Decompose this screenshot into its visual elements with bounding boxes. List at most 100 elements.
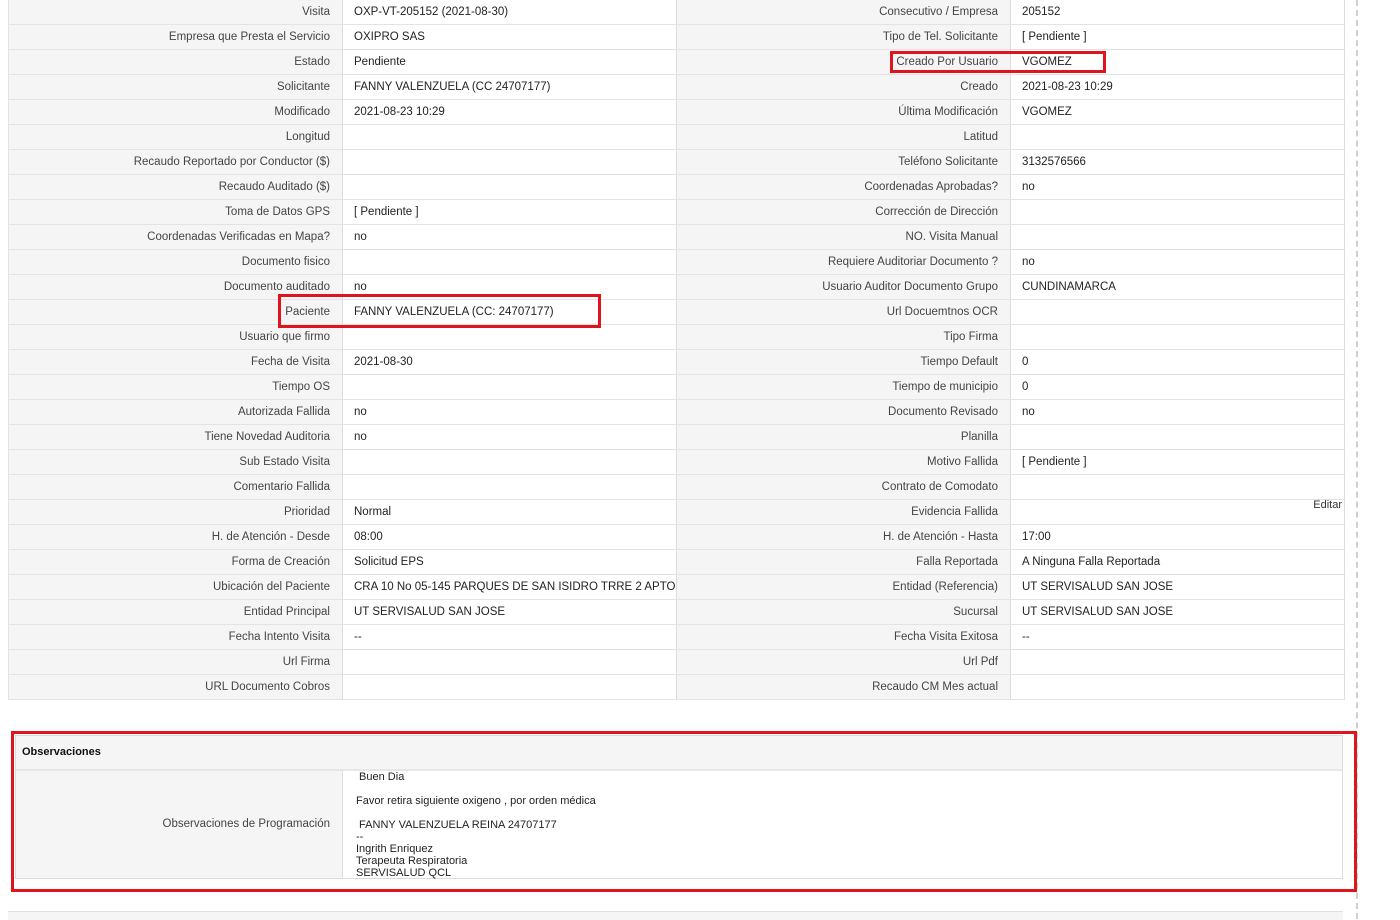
field-label: Tiempo Default — [676, 349, 1011, 375]
field-label: NO. Visita Manual — [676, 224, 1011, 250]
field-value: A Ninguna Falla Reportada — [1010, 549, 1345, 575]
field-value — [342, 124, 677, 150]
field-label: Falla Reportada — [676, 549, 1011, 575]
field-value: 2021-08-30 — [342, 349, 677, 375]
field-label: Latitud — [676, 124, 1011, 150]
field-value: no — [1010, 249, 1345, 275]
detail-row: Paciente FANNY VALENZUELA (CC: 24707177) U… — [8, 299, 1345, 325]
field-label: URL Documento Cobros — [8, 674, 343, 700]
field-label: Empresa que Presta el Servicio — [8, 24, 343, 50]
detail-row: Forma de Creación Solicitud EPS Falla Repo… — [8, 549, 1345, 575]
detail-row: Toma de Datos GPS[ Pendiente ] Corrección… — [8, 199, 1345, 225]
field-label: Modificado — [8, 99, 343, 125]
detail-row: Ubicación del Paciente CRA 10 No 05-145 P… — [8, 574, 1345, 600]
detail-row: H. de Atención - Desde 08:00 H. de Atenció… — [8, 524, 1345, 550]
field-value: 0 — [1010, 374, 1345, 400]
field-value: -- — [342, 624, 677, 650]
field-label: Longitud — [8, 124, 343, 150]
field-value — [1010, 474, 1345, 500]
detail-row: Documento auditado no Usuario Auditor Doc… — [8, 274, 1345, 300]
field-label: Tiempo OS — [8, 374, 343, 400]
detail-row: Recaudo Reportado por Conductor ($) Telé… — [8, 149, 1345, 175]
field-value: no — [1010, 174, 1345, 200]
field-value — [1010, 124, 1345, 150]
field-value — [342, 324, 677, 350]
edit-link[interactable]: Editar — [1313, 500, 1342, 512]
field-label: Fecha Intento Visita — [8, 624, 343, 650]
detail-row: Sub Estado Visita Motivo Fallida[ Pendie… — [8, 449, 1345, 475]
field-value — [1010, 424, 1345, 450]
field-label: Documento Revisado — [676, 399, 1011, 425]
field-value — [342, 449, 677, 475]
detail-row: Modificado 2021-08-23 10:29 Última Modific… — [8, 99, 1345, 125]
field-label: Evidencia Fallida — [676, 499, 1011, 525]
field-value: [ Pendiente ] — [1010, 24, 1345, 50]
field-value: CRA 10 No 05-145 PARQUES DE SAN ISIDRO T… — [342, 574, 677, 600]
visit-detail-table: Visita OXP-VT-205152 (2021-08-30) Consecut… — [8, 0, 1345, 700]
field-value — [342, 249, 677, 275]
field-value: 0 — [1010, 349, 1345, 375]
field-value: CUNDINAMARCA — [1010, 274, 1345, 300]
field-label: Toma de Datos GPS — [8, 199, 343, 225]
field-value: [ Pendiente ] — [342, 199, 677, 225]
field-value: 2021-08-23 10:29 — [1010, 74, 1345, 100]
field-value: [ Pendiente ] — [1010, 449, 1345, 475]
detail-row: Coordenadas Verificadas en Mapa? no NO. V… — [8, 224, 1345, 250]
field-value: UT SERVISALUD SAN JOSE — [342, 599, 677, 625]
field-label: Tipo Firma — [676, 324, 1011, 350]
field-value: OXP-VT-205152 (2021-08-30) — [342, 0, 677, 25]
field-label: Ubicación del Paciente — [8, 574, 343, 600]
detail-row: Prioridad Normal Evidencia Fallida Editar — [8, 499, 1345, 525]
field-label: Contrato de Comodato — [676, 474, 1011, 500]
field-value: Solicitud EPS — [342, 549, 677, 575]
field-value — [342, 474, 677, 500]
field-label: Usuario Auditor Documento Grupo — [676, 274, 1011, 300]
field-value — [1010, 299, 1345, 325]
field-value: 2021-08-23 10:29 — [342, 99, 677, 125]
field-label: Sub Estado Visita — [8, 449, 343, 475]
detail-row: Longitud Latitud — [8, 124, 1345, 150]
field-label: Coordenadas Aprobadas? — [676, 174, 1011, 200]
detail-row: Fecha Intento Visita -- Fecha Visita Exit… — [8, 624, 1345, 650]
field-label: Solicitante — [8, 74, 343, 100]
field-value: FANNY VALENZUELA (CC 24707177) — [342, 74, 677, 100]
field-value: 17:00 — [1010, 524, 1345, 550]
field-label: Comentario Fallida — [8, 474, 343, 500]
field-label: Visita — [8, 0, 343, 25]
field-value — [342, 174, 677, 200]
field-label: Última Modificación — [676, 99, 1011, 125]
field-label: Motivo Fallida — [676, 449, 1011, 475]
field-label: Forma de Creación — [8, 549, 343, 575]
field-label: Recaudo Auditado ($) — [8, 174, 343, 200]
field-value — [1010, 199, 1345, 225]
field-value: -- — [1010, 624, 1345, 650]
detail-row: Comentario Fallida Contrato de Comodato — [8, 474, 1345, 500]
highlight-paciente — [278, 294, 601, 328]
field-label: Fecha Visita Exitosa — [676, 624, 1011, 650]
field-value: no — [342, 224, 677, 250]
field-value: 08:00 — [342, 524, 677, 550]
field-value: Editar — [1010, 499, 1345, 525]
field-value: Normal — [342, 499, 677, 525]
field-label: Url Docuemtnos OCR — [676, 299, 1011, 325]
detail-row: Entidad Principal UT SERVISALUD SAN JOSE S… — [8, 599, 1345, 625]
field-value: no — [342, 424, 677, 450]
field-label: Teléfono Solicitante — [676, 149, 1011, 175]
detail-row: Empresa que Presta el Servicio OXIPRO SAS… — [8, 24, 1345, 50]
field-label: Creado — [676, 74, 1011, 100]
field-label: Recaudo Reportado por Conductor ($) — [8, 149, 343, 175]
field-label: Usuario que firmo — [8, 324, 343, 350]
detail-row: URL Documento Cobros Recaudo CM Mes actu… — [8, 674, 1345, 700]
detail-row: Fecha de Visita 2021-08-30 Tiempo Default… — [8, 349, 1345, 375]
detail-row: Tiene Novedad Auditoria no Planilla — [8, 424, 1345, 450]
field-label: Sucursal — [676, 599, 1011, 625]
field-label: Url Firma — [8, 649, 343, 675]
field-value: UT SERVISALUD SAN JOSE — [1010, 574, 1345, 600]
detail-row: Documento fisico Requiere Auditoriar Doc… — [8, 249, 1345, 275]
field-label: Fecha de Visita — [8, 349, 343, 375]
field-label: Consecutivo / Empresa — [676, 0, 1011, 25]
field-label: Estado — [8, 49, 343, 75]
field-label: H. de Atención - Desde — [8, 524, 343, 550]
field-value: 205152 — [1010, 0, 1345, 25]
highlight-creado-por-usuario — [890, 51, 1106, 73]
